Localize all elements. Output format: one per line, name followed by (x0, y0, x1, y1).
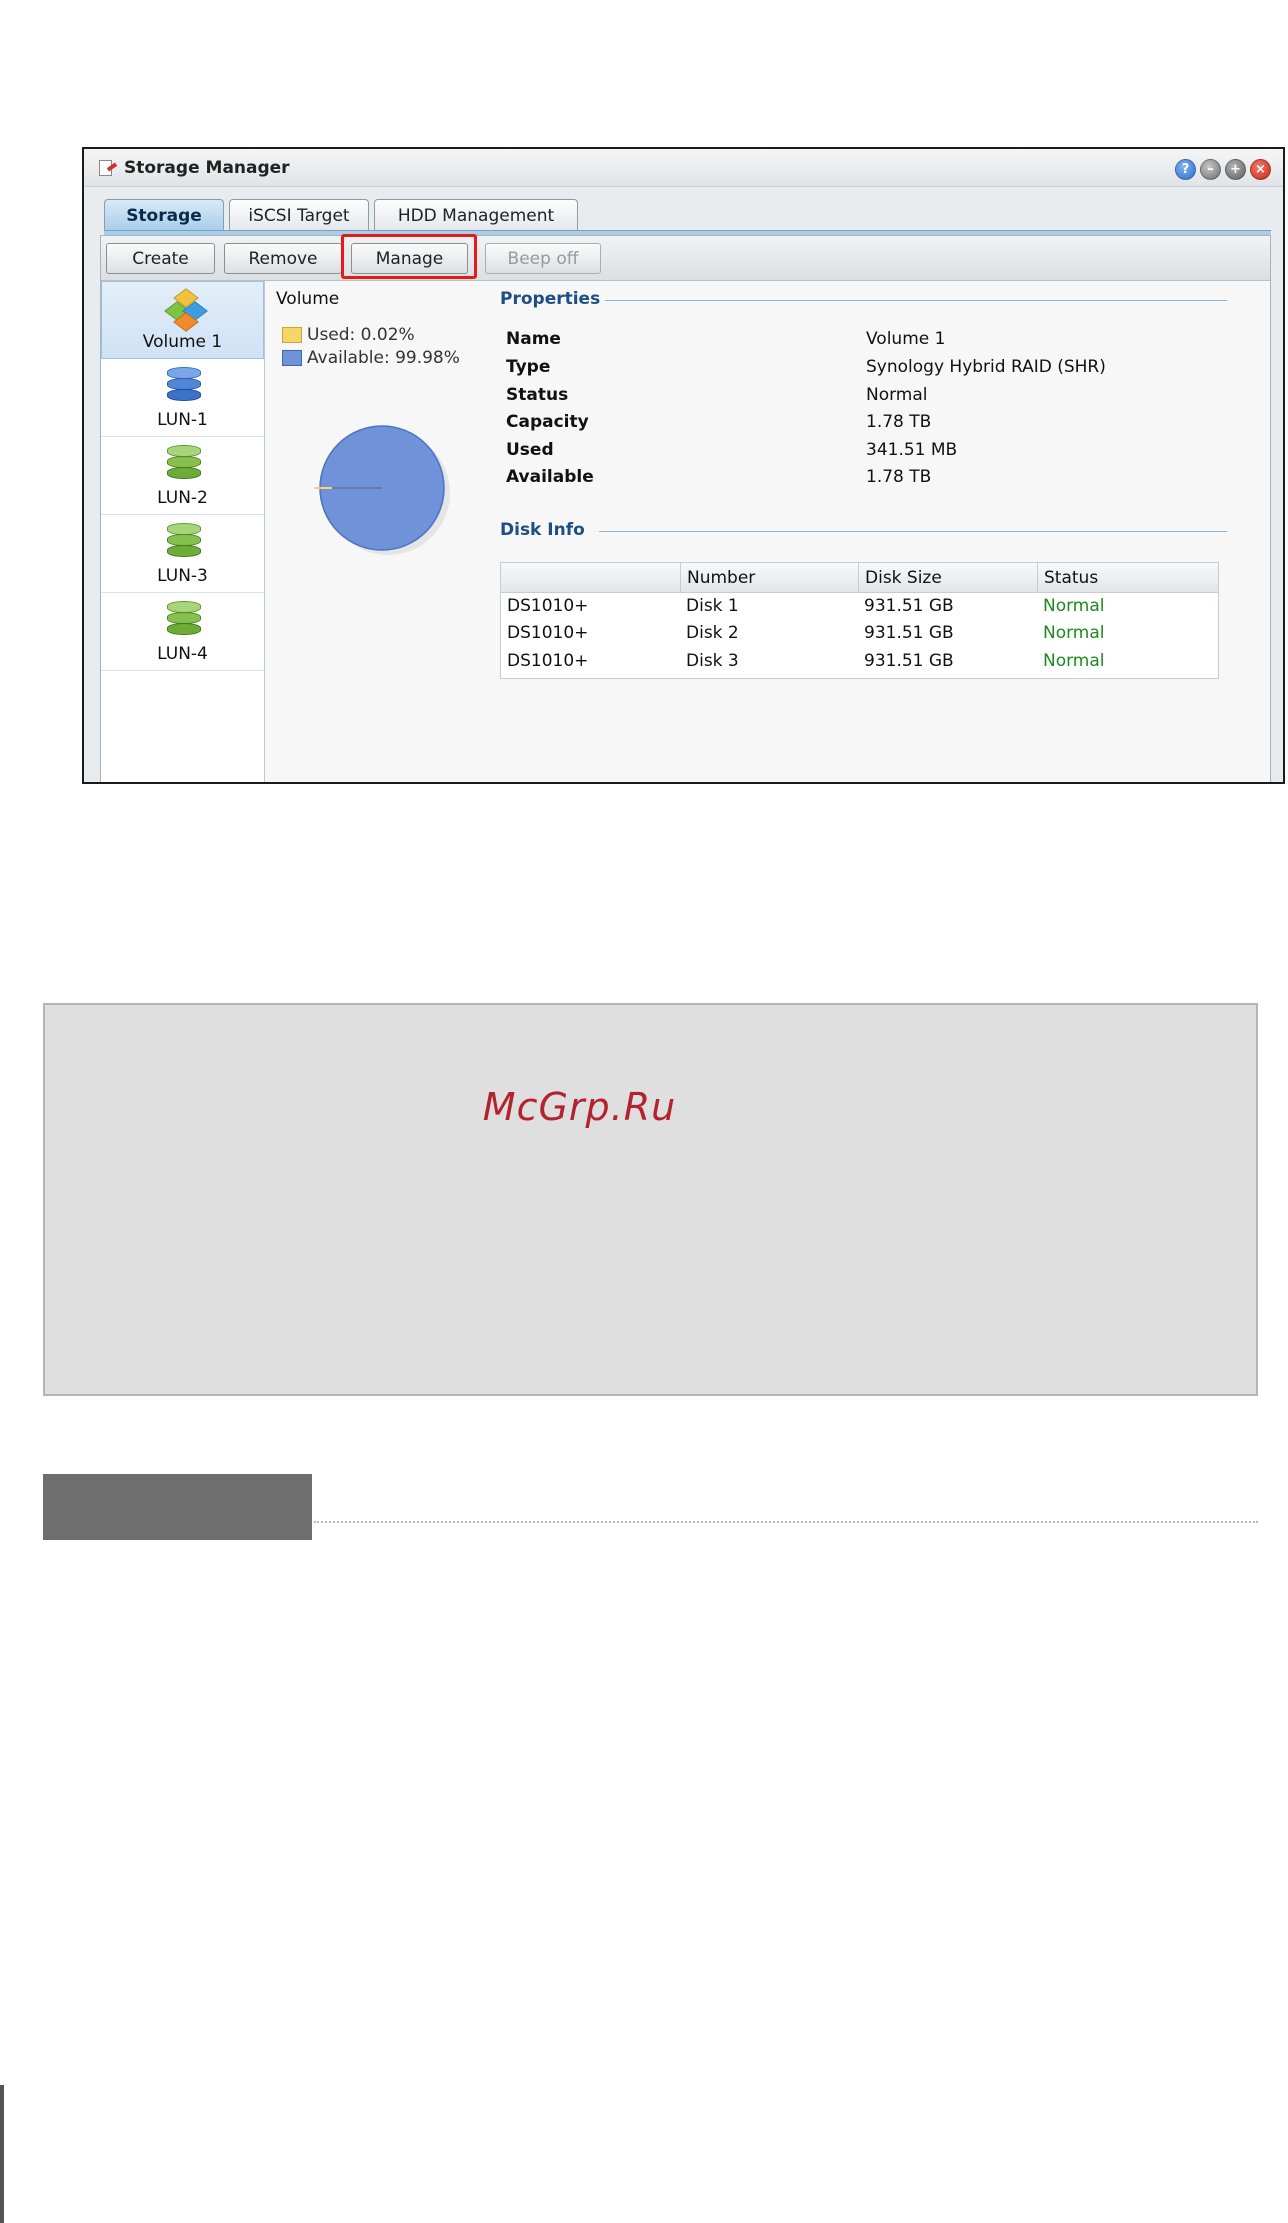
volume-usage-pie-chart (314, 425, 450, 555)
cell-disk-size: 931.51 GB (864, 623, 954, 643)
database-blue-icon (167, 367, 201, 407)
prop-value-type: Synology Hybrid RAID (SHR) (866, 357, 1106, 377)
disk-info-divider (599, 531, 1227, 532)
title-bar[interactable]: Storage Manager ? – + × (84, 149, 1283, 187)
prop-label-name: Name (506, 329, 561, 349)
tab-storage[interactable]: Storage (104, 199, 224, 231)
prop-value-status: Normal (866, 385, 928, 405)
volume-usage-title: Volume (276, 289, 340, 309)
sidebar-item-label: Volume 1 (142, 332, 223, 352)
window-title: Storage Manager (124, 157, 290, 178)
properties-section-title: Properties (500, 289, 601, 309)
prop-label-type: Type (506, 357, 551, 377)
cell-device: DS1010+ (507, 596, 589, 616)
section-header-block (43, 1474, 312, 1540)
storage-sidebar: Volume 1 LUN-1 LUN-2 LUN-3 LUN-4 (101, 281, 265, 782)
properties-divider (605, 300, 1227, 301)
sidebar-item-lun-1[interactable]: LUN-1 (101, 359, 264, 437)
cell-number: Disk 1 (686, 596, 739, 616)
available-label: Available: 99.98% (307, 348, 460, 368)
tab-iscsi-target[interactable]: iSCSI Target (229, 199, 369, 231)
prop-value-used: 341.51 MB (866, 440, 958, 460)
sidebar-item-label: LUN-2 (157, 488, 208, 508)
tab-hdd-management[interactable]: HDD Management (374, 199, 578, 231)
sidebar-item-lun-2[interactable]: LUN-2 (101, 437, 264, 515)
section-dotted-rule (314, 1521, 1258, 1523)
sidebar-item-lun-3[interactable]: LUN-3 (101, 515, 264, 593)
prop-value-capacity: 1.78 TB (866, 412, 932, 432)
page-edge-bar (0, 2085, 4, 2223)
volume-details: Volume Used: 0.02% Available: 99.98% Pro… (266, 281, 1270, 782)
cell-status: Normal (1043, 651, 1105, 671)
watermark-text: McGrp.Ru (482, 1085, 677, 1129)
sidebar-item-lun-4[interactable]: LUN-4 (101, 593, 264, 671)
storage-manager-window: Storage Manager ? – + × Storage iSCSI Ta… (82, 147, 1285, 784)
sidebar-item-volume-1[interactable]: Volume 1 (101, 281, 264, 359)
disk-info-header-row: Number Disk Size Status (501, 563, 1218, 593)
volume-icon (164, 288, 208, 332)
note-box: McGrp.Ru (43, 1003, 1258, 1396)
cell-number: Disk 2 (686, 623, 739, 643)
disk-info-section-title: Disk Info (500, 520, 585, 540)
close-icon[interactable]: × (1250, 159, 1271, 180)
prop-label-capacity: Capacity (506, 412, 589, 432)
beep-off-button[interactable]: Beep off (485, 243, 601, 274)
database-green-icon (167, 445, 201, 485)
minimize-icon[interactable]: – (1200, 159, 1221, 180)
remove-button[interactable]: Remove (224, 243, 342, 274)
help-icon[interactable]: ? (1175, 159, 1196, 180)
available-swatch (282, 350, 302, 366)
legend-available: Available: 99.98% (282, 348, 460, 368)
column-header-number[interactable]: Number (680, 563, 858, 593)
prop-label-status: Status (506, 385, 569, 405)
database-green-icon (167, 601, 201, 641)
sidebar-item-label: LUN-3 (157, 566, 208, 586)
sidebar-item-label: LUN-4 (157, 644, 208, 664)
sidebar-item-label: LUN-1 (157, 410, 208, 430)
cell-status: Normal (1043, 596, 1105, 616)
storage-panel: Create Remove Manage Beep off Volume 1 L… (100, 234, 1271, 782)
column-header-device[interactable] (501, 563, 680, 593)
prop-value-available: 1.78 TB (866, 467, 932, 487)
legend-used: Used: 0.02% (282, 325, 415, 345)
column-header-status[interactable]: Status (1037, 563, 1220, 593)
cell-disk-size: 931.51 GB (864, 596, 954, 616)
used-swatch (282, 327, 302, 343)
cell-number: Disk 3 (686, 651, 739, 671)
maximize-icon[interactable]: + (1225, 159, 1246, 180)
prop-value-name: Volume 1 (866, 329, 946, 349)
prop-label-available: Available (506, 467, 594, 487)
cell-device: DS1010+ (507, 651, 589, 671)
column-header-disk-size[interactable]: Disk Size (858, 563, 1037, 593)
disk-info-table: Number Disk Size Status DS1010+ Disk 1 9… (500, 562, 1219, 679)
toolbar: Create Remove Manage Beep off (101, 234, 1270, 281)
database-green-icon (167, 523, 201, 563)
used-label: Used: 0.02% (307, 325, 415, 345)
cell-disk-size: 931.51 GB (864, 651, 954, 671)
prop-label-used: Used (506, 440, 554, 460)
watermark: McGrp.Ru (45, 1085, 1260, 1129)
cell-device: DS1010+ (507, 623, 589, 643)
storage-manager-icon (98, 159, 118, 177)
cell-status: Normal (1043, 623, 1105, 643)
create-button[interactable]: Create (106, 243, 215, 274)
manage-highlight-box (341, 234, 477, 279)
